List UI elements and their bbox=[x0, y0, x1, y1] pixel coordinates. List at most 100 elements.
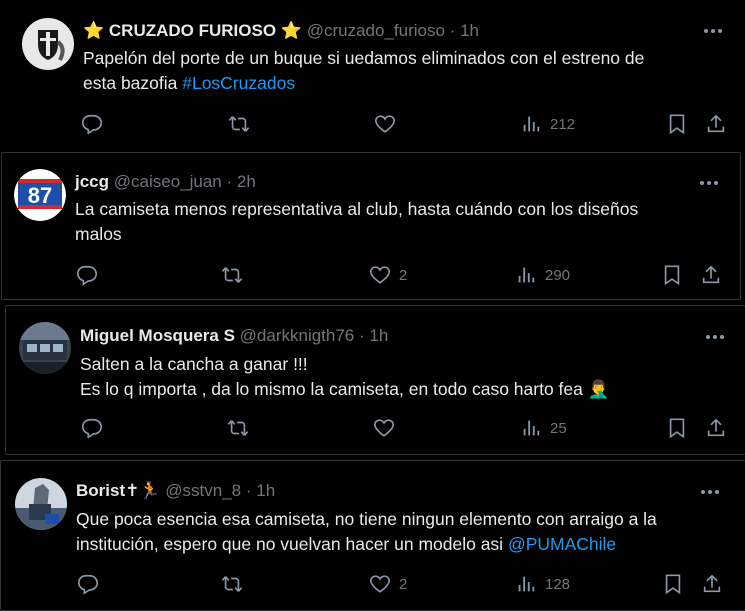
retweet-button[interactable] bbox=[227, 417, 249, 439]
star-emoji: ⭐ bbox=[280, 21, 302, 40]
user-handle[interactable]: @caiseo_juan bbox=[114, 172, 222, 191]
like-button[interactable] bbox=[373, 417, 403, 439]
display-name[interactable]: CRUZADO FURIOSO bbox=[109, 21, 276, 40]
bookmark-icon bbox=[664, 265, 680, 286]
tweet-text-line: malos bbox=[75, 224, 122, 244]
tweet-text-line: institución, espero que no vuelvan hacer… bbox=[76, 534, 508, 554]
views-button[interactable]: 128 bbox=[515, 573, 570, 595]
more-icon[interactable] bbox=[706, 333, 726, 341]
views-button[interactable]: 25 bbox=[520, 417, 567, 439]
tweet-text-line: Salten a la cancha a ganar !!! bbox=[80, 354, 308, 374]
tweet-card[interactable]: Miguel Mosquera S @darkknigth76 · 1h Sal… bbox=[5, 305, 745, 455]
share-button[interactable] bbox=[700, 264, 722, 286]
tweet-text-line: Es lo q importa , da lo mismo la camiset… bbox=[80, 379, 610, 399]
bookmark-button[interactable] bbox=[662, 573, 684, 595]
views-icon bbox=[523, 420, 540, 436]
tweet-header: ⭐ CRUZADO FURIOSO ⭐ @cruzado_furioso · 1… bbox=[83, 20, 479, 42]
retweet-button[interactable] bbox=[221, 573, 243, 595]
timestamp[interactable]: 2h bbox=[237, 172, 256, 191]
share-icon bbox=[707, 418, 725, 437]
share-icon bbox=[707, 114, 725, 133]
display-name[interactable]: jccg bbox=[75, 172, 109, 191]
avatar[interactable]: 87 bbox=[14, 169, 66, 221]
mention-link[interactable]: @PUMAChile bbox=[508, 534, 616, 554]
like-button[interactable] bbox=[374, 113, 404, 135]
reply-button[interactable] bbox=[81, 417, 103, 439]
reply-button[interactable] bbox=[81, 113, 103, 135]
share-icon bbox=[702, 265, 720, 284]
bookmark-button[interactable] bbox=[666, 113, 688, 135]
more-icon[interactable] bbox=[704, 27, 724, 35]
like-button[interactable]: 2 bbox=[369, 264, 407, 286]
view-count: 128 bbox=[545, 575, 571, 593]
avatar[interactable] bbox=[22, 18, 74, 70]
reply-icon bbox=[77, 265, 97, 286]
tweet-text: Que poca esencia esa camiseta, no tiene … bbox=[76, 507, 726, 557]
separator: · bbox=[245, 481, 252, 500]
share-icon bbox=[703, 574, 721, 593]
retweet-icon bbox=[228, 116, 250, 132]
retweet-icon bbox=[221, 576, 243, 592]
share-button[interactable] bbox=[705, 113, 727, 135]
tweet-text: Salten a la cancha a ganar !!! Es lo q i… bbox=[80, 352, 720, 402]
user-handle[interactable]: @darkknigth76 bbox=[240, 326, 355, 345]
tweet-card[interactable]: Borist✝🏃 @sstvn_8 · 1h Que poca esencia … bbox=[0, 460, 745, 611]
tweet-text-line: esta bazofia bbox=[83, 73, 183, 93]
separator: · bbox=[226, 172, 233, 191]
like-count: 2 bbox=[399, 266, 408, 284]
like-button[interactable]: 2 bbox=[369, 573, 407, 595]
reply-icon bbox=[82, 418, 102, 439]
views-icon bbox=[518, 576, 535, 592]
share-button[interactable] bbox=[701, 573, 723, 595]
avatar-number: 87 bbox=[28, 183, 52, 208]
bookmark-button[interactable] bbox=[661, 264, 683, 286]
like-icon bbox=[370, 575, 390, 593]
hashtag-link[interactable]: #LosCruzados bbox=[182, 73, 295, 93]
user-handle[interactable]: @cruzado_furioso bbox=[307, 21, 445, 40]
view-count: 290 bbox=[545, 266, 571, 284]
avatar[interactable] bbox=[19, 322, 71, 374]
views-icon bbox=[523, 116, 540, 132]
like-count: 2 bbox=[399, 575, 408, 593]
reply-button[interactable] bbox=[77, 573, 99, 595]
retweet-button[interactable] bbox=[221, 264, 243, 286]
display-name[interactable]: Borist✝🏃 bbox=[76, 481, 161, 500]
tweet-text: La camiseta menos representativa al club… bbox=[75, 197, 715, 247]
like-icon bbox=[374, 419, 394, 437]
timestamp[interactable]: 1h bbox=[369, 326, 388, 345]
reply-button[interactable] bbox=[76, 264, 98, 286]
tweet-text: Papelón del porte de un buque si uedamos… bbox=[83, 46, 723, 96]
avatar[interactable] bbox=[15, 478, 67, 530]
tweet-text-line: Que poca esencia esa camiseta, no tiene … bbox=[76, 509, 657, 529]
timestamp[interactable]: 1h bbox=[256, 481, 275, 500]
display-name[interactable]: Miguel Mosquera S bbox=[80, 326, 235, 345]
bookmark-icon bbox=[669, 114, 685, 135]
user-handle[interactable]: @sstvn_8 bbox=[165, 481, 241, 500]
bookmark-button[interactable] bbox=[666, 417, 688, 439]
like-icon bbox=[375, 115, 395, 133]
tweet-header: Miguel Mosquera S @darkknigth76 · 1h bbox=[80, 325, 388, 347]
tweet-text-line: La camiseta menos representativa al club… bbox=[75, 199, 639, 219]
view-count: 212 bbox=[550, 115, 576, 133]
retweet-button[interactable] bbox=[228, 113, 250, 135]
timestamp[interactable]: 1h bbox=[460, 21, 479, 40]
like-icon bbox=[370, 266, 390, 284]
views-button[interactable]: 290 bbox=[515, 264, 570, 286]
separator: · bbox=[449, 21, 456, 40]
reply-icon bbox=[82, 114, 102, 135]
retweet-icon bbox=[227, 420, 249, 436]
view-count: 25 bbox=[550, 419, 567, 437]
views-button[interactable]: 212 bbox=[520, 113, 575, 135]
more-icon[interactable] bbox=[701, 488, 721, 496]
retweet-icon bbox=[221, 267, 243, 283]
bookmark-icon bbox=[665, 574, 681, 595]
share-button[interactable] bbox=[705, 417, 727, 439]
tweet-text-line: Papelón del porte de un buque si uedamos… bbox=[83, 48, 645, 68]
views-icon bbox=[518, 267, 535, 283]
tweet-header: Borist✝🏃 @sstvn_8 · 1h bbox=[76, 480, 275, 502]
more-icon[interactable] bbox=[700, 179, 720, 187]
tweet-card[interactable]: ⭐ CRUZADO FURIOSO ⭐ @cruzado_furioso · 1… bbox=[0, 0, 745, 150]
timeline-feed: ⭐ CRUZADO FURIOSO ⭐ @cruzado_furioso · 1… bbox=[0, 0, 745, 611]
star-emoji: ⭐ bbox=[83, 21, 105, 40]
tweet-card[interactable]: 87 jccg @caiseo_juan · 2h La camiseta me… bbox=[1, 152, 741, 300]
